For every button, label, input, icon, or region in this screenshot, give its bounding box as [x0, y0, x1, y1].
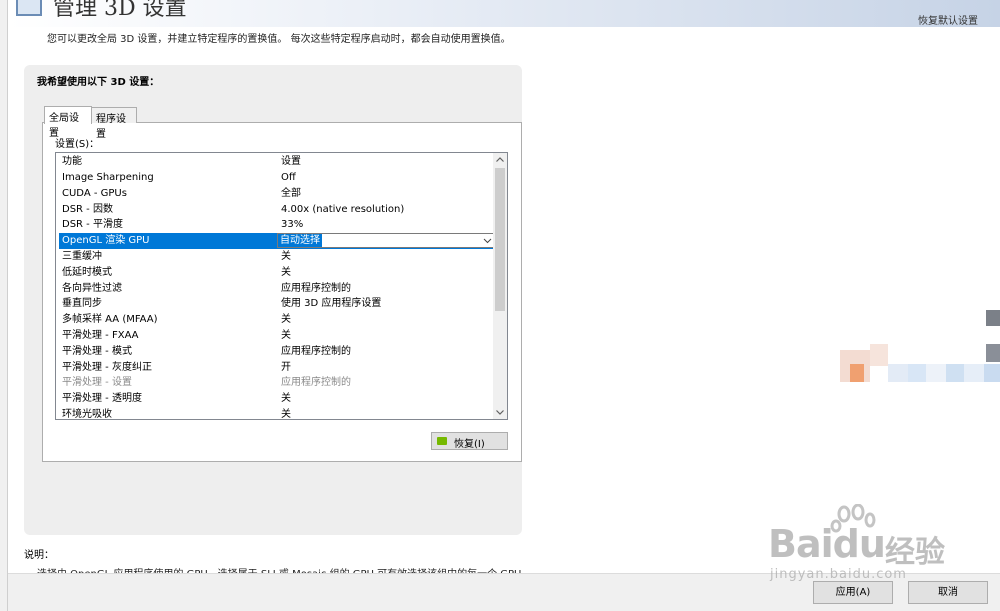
page-header: 管理 3D 设置 恢复默认设置 — [8, 0, 1000, 27]
tab-program-settings[interactable]: 程序设置 — [91, 107, 137, 140]
description-text: 选择由 OpenGL 应用程序使用的 GPU。选择属于 SLI 或 Mosaic… — [37, 565, 537, 573]
apply-button[interactable]: 应用(A) — [813, 581, 893, 604]
list-row[interactable]: 平滑处理 - 模式 应用程序控制的 — [59, 344, 495, 360]
list-row-disabled: 平滑处理 - 设置 应用程序控制的 — [59, 375, 495, 391]
list-row[interactable]: 各向异性过滤 应用程序控制的 — [59, 281, 495, 297]
cancel-button[interactable]: 取消 — [908, 581, 988, 604]
3d-settings-icon — [16, 0, 42, 16]
row-feature: DSR - 平滑度 — [62, 219, 123, 231]
description-label: 说明： — [24, 550, 54, 561]
column-header-setting: 设置 — [281, 156, 301, 167]
row-feature: 三重缓冲 — [62, 251, 102, 262]
row-setting: 应用程序控制的 — [281, 377, 351, 389]
column-header-feature: 功能 — [62, 156, 82, 167]
list-row[interactable]: DSR - 因数 4.00x (native resolution) — [59, 202, 495, 218]
watermark-brand: Baidu — [768, 522, 886, 566]
list-header: 功能 设置 — [59, 154, 495, 170]
intro-text: 您可以更改全局 3D 设置，并建立特定程序的置换值。 每次这些特定程序启动时，都… — [47, 34, 511, 45]
settings-listbox[interactable]: 功能 设置 Image Sharpening Off CUDA - GPUs 全… — [55, 152, 508, 420]
list-row[interactable]: 平滑处理 - 透明度 关 — [59, 391, 495, 407]
page-title: 管理 3D 设置 — [53, 0, 187, 21]
row-setting: 关 — [281, 251, 291, 262]
row-feature: DSR - 因数 — [62, 203, 113, 215]
row-setting: 使用 3D 应用程序设置 — [281, 298, 382, 310]
row-setting: 关 — [281, 393, 291, 405]
restore-button-label: 恢复(I) — [454, 439, 485, 450]
row-setting: 应用程序控制的 — [281, 282, 351, 294]
row-feature: 环境光吸收 — [62, 409, 112, 420]
pixelated-overlay — [840, 310, 1000, 430]
restore-button[interactable]: 恢复(I) — [431, 432, 508, 450]
settings-list-label: 设置(S)： — [55, 139, 100, 150]
row-setting: 开 — [281, 361, 291, 373]
row-feature: Image Sharpening — [62, 172, 154, 183]
list-row[interactable]: DSR - 平滑度 33% — [59, 217, 495, 233]
row-feature: 平滑处理 - 模式 — [62, 345, 132, 357]
list-row[interactable]: 垂直同步 使用 3D 应用程序设置 — [59, 296, 495, 312]
scroll-thumb[interactable] — [495, 168, 505, 311]
panel-heading: 我希望使用以下 3D 设置： — [37, 77, 160, 88]
list-row[interactable]: CUDA - GPUs 全部 — [59, 186, 495, 202]
watermark-cn: 经验 — [885, 535, 945, 570]
row-setting: 关 — [281, 266, 291, 278]
row-feature: OpenGL 渲染 GPU — [62, 235, 150, 247]
list-row[interactable]: Image Sharpening Off — [59, 170, 495, 186]
row-feature: 平滑处理 - 设置 — [62, 377, 132, 389]
row-setting: 应用程序控制的 — [281, 345, 351, 357]
chevron-down-icon — [483, 238, 492, 244]
left-window-edge — [0, 0, 8, 611]
scroll-down-icon[interactable] — [493, 405, 507, 419]
row-setting: 全部 — [281, 187, 301, 199]
list-row-selected[interactable]: OpenGL 渲染 GPU 自动选择 — [59, 233, 495, 249]
scroll-up-icon[interactable] — [493, 153, 507, 167]
row-feature: 垂直同步 — [62, 298, 102, 310]
row-feature: 多帧采样 AA (MFAA) — [62, 314, 158, 326]
row-setting: 33% — [281, 219, 304, 231]
list-row[interactable]: 三重缓冲 关 — [59, 249, 495, 265]
row-feature: 各向异性过滤 — [62, 282, 122, 294]
row-setting: Off — [281, 172, 296, 183]
tab-global-settings[interactable]: 全局设置 — [44, 106, 92, 139]
row-setting: 关 — [281, 330, 291, 341]
row-feature: 平滑处理 - 透明度 — [62, 393, 142, 405]
row-setting: 关 — [281, 314, 291, 326]
opengl-gpu-dropdown[interactable]: 自动选择 — [277, 233, 495, 249]
dropdown-selected-value: 自动选择 — [278, 234, 322, 248]
list-row[interactable]: 平滑处理 - FXAA 关 — [59, 328, 495, 344]
list-vertical-scrollbar[interactable] — [493, 153, 507, 419]
row-setting: 关 — [281, 409, 291, 420]
list-row[interactable]: 多帧采样 AA (MFAA) 关 — [59, 312, 495, 328]
row-feature: 低延时模式 — [62, 266, 112, 278]
row-feature: 平滑处理 - 灰度纠正 — [62, 361, 152, 373]
watermark-url: jingyan.baidu.com — [770, 567, 907, 582]
row-setting: 4.00x (native resolution) — [281, 203, 405, 215]
nvidia-logo-icon — [437, 437, 447, 445]
list-row[interactable]: 低延时模式 关 — [59, 265, 495, 281]
list-row[interactable]: 环境光吸收 关 — [59, 407, 495, 420]
restore-defaults-link[interactable]: 恢复默认设置 — [918, 12, 978, 27]
row-feature: 平滑处理 - FXAA — [62, 330, 139, 341]
row-feature: CUDA - GPUs — [62, 187, 127, 199]
list-row[interactable]: 平滑处理 - 灰度纠正 开 — [59, 360, 495, 376]
